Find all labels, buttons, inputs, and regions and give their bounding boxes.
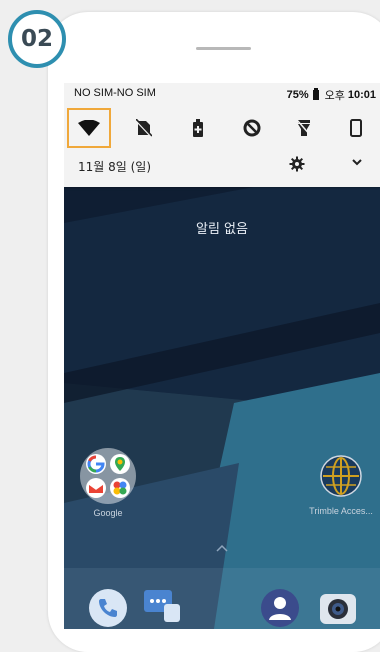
photos-icon: [110, 478, 130, 498]
wifi-icon: [78, 120, 100, 136]
globe-icon: [320, 455, 362, 497]
trimble-access-app[interactable]: Trimble Acces...: [298, 455, 380, 516]
phone-screen: NO SIM-NO SIM 75% 오후 10:01 11월 8일 (일) 알림…: [64, 83, 380, 629]
do-not-disturb-icon: [243, 119, 261, 137]
phone-icon[interactable]: [88, 588, 128, 628]
carrier-label: NO SIM-NO SIM: [74, 87, 156, 99]
app-label-google: Google: [93, 508, 123, 518]
chevron-down-icon[interactable]: [352, 158, 362, 166]
step-number-badge: 02: [8, 10, 66, 68]
gear-icon[interactable]: [289, 156, 305, 172]
tile-battery-saver[interactable]: [176, 108, 220, 148]
tile-flashlight[interactable]: [282, 108, 326, 148]
phone-speaker: [196, 47, 251, 50]
tile-screen-rotation[interactable]: [334, 108, 378, 148]
battery-saver-icon: [193, 119, 203, 137]
app-label-trimble: Trimble Acces...: [309, 506, 373, 516]
tile-do-not-disturb[interactable]: [230, 108, 274, 148]
notification-shade[interactable]: NO SIM-NO SIM 75% 오후 10:01 11월 8일 (일): [64, 83, 380, 187]
app-drawer-arrow-icon[interactable]: [214, 543, 230, 553]
date-label: 11월 8일 (일): [78, 160, 152, 174]
status-bar: NO SIM-NO SIM 75% 오후 10:01: [64, 83, 380, 103]
google-folder-icon: [80, 448, 136, 504]
no-notifications-text: 알림 없음: [196, 222, 248, 237]
home-dock: [64, 568, 380, 629]
battery-icon: [312, 88, 319, 100]
tile-sim[interactable]: [122, 108, 166, 148]
date-row: 11월 8일 (일): [64, 153, 380, 179]
camera-icon[interactable]: [318, 588, 358, 628]
ampm-label: 오후: [324, 90, 345, 102]
clock-time: 10:01: [347, 89, 376, 101]
tile-wifi[interactable]: [67, 108, 111, 148]
gmail-icon: [86, 478, 106, 498]
contacts-icon[interactable]: [260, 588, 300, 628]
google-app-folder[interactable]: Google: [78, 448, 138, 518]
status-right: 75% 오후 10:01: [287, 87, 376, 103]
no-sim-icon: [136, 119, 152, 137]
maps-icon: [110, 454, 130, 474]
quick-settings-tiles: [64, 108, 380, 148]
google-search-icon: [86, 454, 106, 474]
messages-icon[interactable]: [142, 586, 182, 626]
battery-percent: 75%: [286, 89, 309, 101]
flashlight-icon: [297, 119, 311, 137]
screen-rotation-icon: [350, 119, 362, 137]
